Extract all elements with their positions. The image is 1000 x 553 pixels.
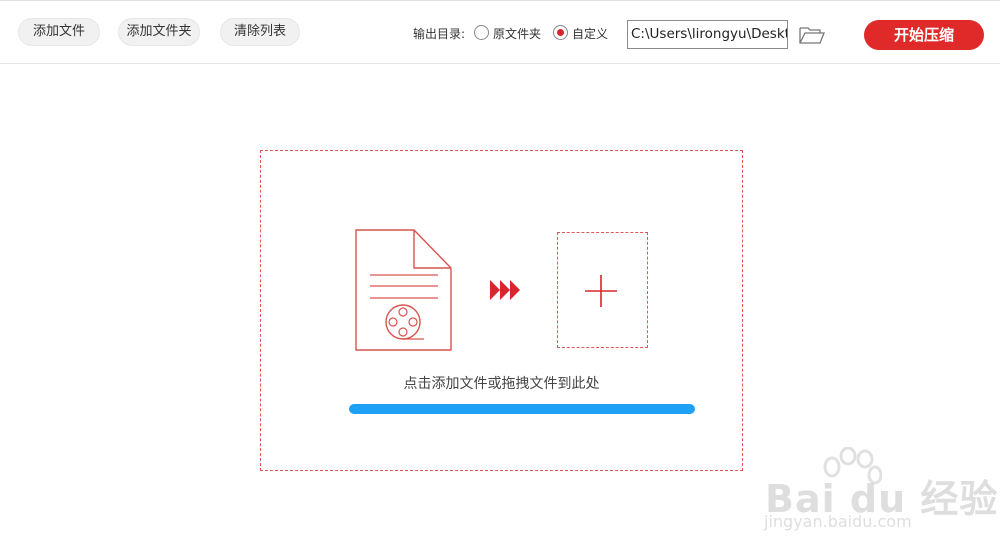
drop-hint-text: 点击添加文件或拖拽文件到此处 (403, 376, 600, 392)
document-video-icon (355, 229, 452, 351)
open-folder-icon[interactable] (798, 25, 826, 45)
add-file-button[interactable]: 添加文件 (18, 18, 100, 46)
radio-custom[interactable] (553, 25, 568, 40)
plus-icon (585, 275, 617, 307)
start-compress-button[interactable]: 开始压缩 (864, 20, 984, 50)
radio-original-folder[interactable] (474, 25, 489, 40)
fast-forward-icon (490, 280, 520, 300)
file-drop-zone[interactable] (260, 150, 743, 471)
add-folder-button[interactable]: 添加文件夹 (118, 18, 200, 46)
radio-custom-label[interactable]: 自定义 (572, 25, 608, 42)
output-path-input[interactable]: C:\Users\lirongyu\Desktop (627, 20, 788, 49)
watermark-url: jingyan.baidu.com (764, 512, 912, 531)
radio-original-folder-label[interactable]: 原文件夹 (493, 25, 541, 42)
toolbar: 添加文件 添加文件夹 清除列表 输出目录: 原文件夹 自定义 C:\Users\… (0, 0, 1000, 64)
output-dir-label: 输出目录: (413, 27, 466, 41)
progress-bar (349, 404, 695, 414)
clear-list-button[interactable]: 清除列表 (220, 18, 300, 46)
